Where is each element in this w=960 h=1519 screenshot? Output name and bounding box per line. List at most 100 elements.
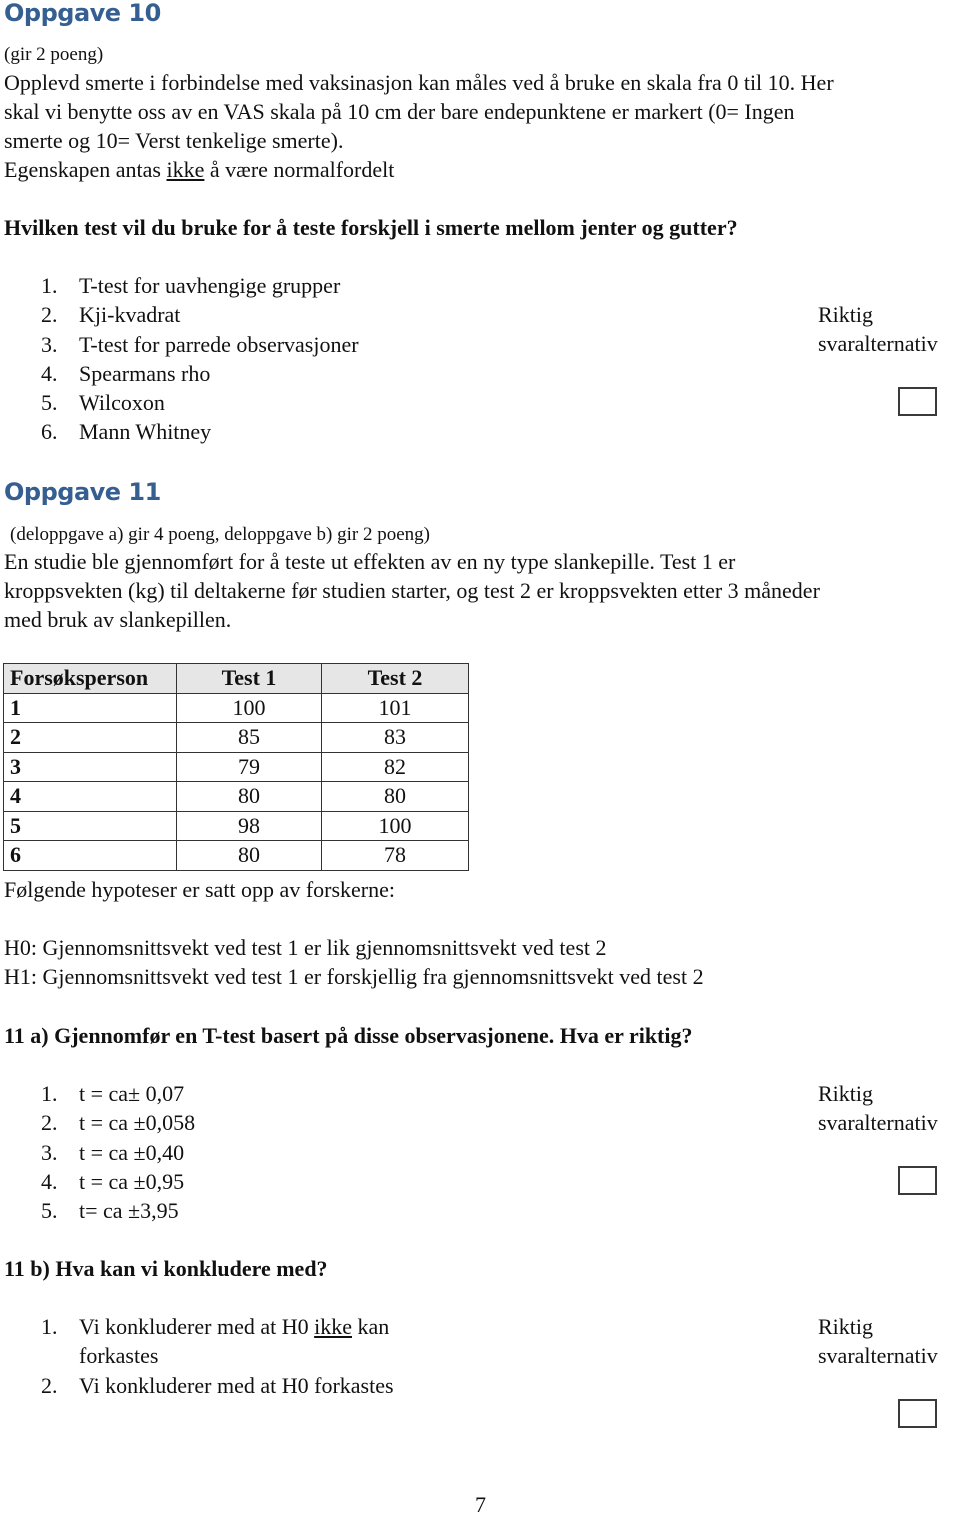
hypothesis-h0: H0: Gjennomsnittsvekt ved test 1 er lik …: [4, 935, 607, 960]
q10-assumption-post: å være normalfordelt: [204, 157, 395, 182]
weight-table: Forsøksperson Test 1 Test 2 1 100 101 2 …: [3, 663, 469, 871]
option-text-pre: Vi konkluderer med at H0: [79, 1314, 315, 1339]
table-cell: 80: [176, 781, 322, 812]
q10-assumption-pre: Egenskapen antas: [4, 157, 167, 182]
table-cell: 78: [321, 840, 469, 871]
option-number: 4.: [41, 360, 58, 386]
table-cell: 4: [3, 781, 177, 812]
option-text: Vi konkluderer med at H0 forkastes: [79, 1372, 394, 1398]
q10-option-4: 4. Spearmans rho: [41, 359, 359, 388]
option-text: T-test for parrede observasjoner: [79, 331, 359, 357]
option-text: Mann Whitney: [79, 419, 212, 445]
q11a-option-5: 5. t= ca ±3,95: [41, 1196, 195, 1225]
option-number: 5.: [41, 1198, 58, 1224]
hypotheses-intro: Følgende hypoteser er satt opp av forske…: [4, 877, 395, 902]
table-cell: 79: [176, 751, 322, 782]
q10-option-2: 2. Kji-kvadrat: [41, 300, 359, 329]
q11b-option-1-continued: forkastes: [41, 1341, 394, 1370]
table-row: 6 80 78: [3, 840, 469, 871]
column-header: Test 1: [176, 663, 322, 694]
table-cell: 98: [176, 810, 322, 841]
option-text-post: kan: [352, 1314, 390, 1339]
q11-intro-line-1: En studie ble gjennomført for å teste ut…: [4, 549, 736, 574]
q10-points: (gir 2 poeng): [4, 44, 104, 65]
table-cell: 5: [3, 810, 177, 841]
q11b-answer-label-1: Riktig: [818, 1314, 874, 1339]
option-text: T-test for uavhengige grupper: [79, 273, 341, 298]
q10-answer-label-2: svaralternativ: [818, 331, 938, 356]
table-row: 2 85 83: [3, 722, 469, 753]
q11a-answer-box[interactable]: [898, 1166, 937, 1195]
table-cell: 1: [3, 692, 177, 723]
option-number: 3.: [41, 1139, 58, 1165]
column-header: Forsøksperson: [3, 663, 177, 694]
option-number: 2.: [41, 1372, 58, 1398]
option-number: 1.: [41, 1314, 58, 1339]
q10-answer-box[interactable]: [898, 387, 937, 416]
q11b-answer-box[interactable]: [898, 1399, 937, 1428]
q11b-options-list: 1. Vi konkluderer med at H0 ikke kan for…: [41, 1312, 394, 1400]
table-cell: 101: [321, 692, 469, 723]
q10-assumption-emphasis: ikke: [166, 157, 205, 182]
table-cell: 80: [321, 781, 469, 812]
table-cell: 85: [176, 722, 322, 753]
table-row: 1 100 101: [3, 692, 469, 723]
option-text: Kji-kvadrat: [79, 302, 181, 328]
q11a-option-4: 4. t = ca ±0,95: [41, 1167, 195, 1196]
option-number: 2.: [41, 1110, 58, 1136]
table-row: 3 79 82: [3, 751, 469, 782]
q10-answer-label-1: Riktig: [818, 302, 874, 327]
q10-option-3: 3. T-test for parrede observasjoner: [41, 330, 359, 359]
table-cell: 83: [321, 722, 469, 753]
q10-assumption: Egenskapen antas ikke å være normalforde…: [4, 155, 394, 184]
table-cell: 3: [3, 751, 177, 782]
q11a-option-2: 2. t = ca ±0,058: [41, 1108, 195, 1137]
q11a-question: 11 a) Gjennomfør en T-test basert på dis…: [4, 1023, 693, 1048]
table-cell: 6: [3, 840, 177, 871]
table-row: 4 80 80: [3, 781, 469, 812]
table-cell: 100: [176, 692, 322, 723]
q10-heading: Oppgave 10: [4, 0, 161, 27]
table-cell: 80: [176, 840, 322, 871]
q10-intro-line-1: Opplevd smerte i forbindelse med vaksina…: [4, 70, 834, 95]
option-text: t = ca ±0,95: [79, 1168, 185, 1194]
table-cell: 82: [321, 751, 469, 782]
hypothesis-h1: H1: Gjennomsnittsvekt ved test 1 er fors…: [4, 964, 704, 989]
q11a-option-3: 3. t = ca ±0,40: [41, 1138, 195, 1167]
q11-intro-line-2: kroppsvekten (kg) til deltakerne før stu…: [4, 578, 820, 603]
q11a-options-list: 1. t = ca± 0,07 2. t = ca ±0,058 3. t = ca …: [41, 1079, 195, 1225]
option-text: Spearmans rho: [79, 360, 211, 386]
q11a-answer-label-1: Riktig: [818, 1081, 874, 1106]
option-text: Vi konkluderer med at H0 ikke kan: [79, 1312, 389, 1341]
option-text: t = ca ±0,058: [79, 1110, 196, 1136]
table-cell: 100: [321, 810, 469, 841]
q11a-answer-label-2: svaralternativ: [818, 1110, 938, 1135]
q11b-option-2: 2. Vi konkluderer med at H0 forkastes: [41, 1371, 394, 1400]
option-number: 3.: [41, 331, 58, 357]
q10-option-5: 5. Wilcoxon: [41, 388, 359, 417]
option-text: Wilcoxon: [79, 390, 165, 416]
q10-question: Hvilken test vil du bruke for å teste fo…: [4, 215, 738, 240]
option-number: 5.: [41, 390, 58, 416]
option-text: t= ca ±3,95: [79, 1198, 179, 1224]
q10-option-1: 1. T-test for uavhengige grupper: [41, 271, 359, 300]
q10-intro-line-3: smerte og 10= Verst tenkelige smerte).: [4, 128, 344, 153]
q10-intro-line-2: skal vi benytte oss av en VAS skala på 1…: [4, 99, 795, 124]
option-number: 2.: [41, 302, 58, 328]
option-text: t = ca± 0,07: [79, 1081, 185, 1106]
column-header: Test 2: [321, 663, 469, 694]
option-text: forkastes: [79, 1343, 159, 1369]
q10-option-6: 6. Mann Whitney: [41, 417, 359, 446]
option-text: t = ca ±0,40: [79, 1139, 185, 1165]
option-text-emphasis: ikke: [314, 1314, 353, 1339]
q11b-option-1: 1. Vi konkluderer med at H0 ikke kan: [41, 1312, 394, 1341]
q11b-answer-label-2: svaralternativ: [818, 1343, 938, 1368]
q11a-option-1: 1. t = ca± 0,07: [41, 1079, 195, 1108]
q11-points: (deloppgave a) gir 4 poeng, deloppgave b…: [10, 524, 430, 545]
q10-options-list: 1. T-test for uavhengige grupper 2. Kji-kv…: [41, 271, 359, 447]
option-number-spacer: [41, 1341, 79, 1370]
q11-heading: Oppgave 11: [4, 478, 161, 506]
option-number: 1.: [41, 273, 58, 298]
table-header-row: Forsøksperson Test 1 Test 2: [3, 663, 469, 694]
table-row: 5 98 100: [3, 810, 469, 841]
